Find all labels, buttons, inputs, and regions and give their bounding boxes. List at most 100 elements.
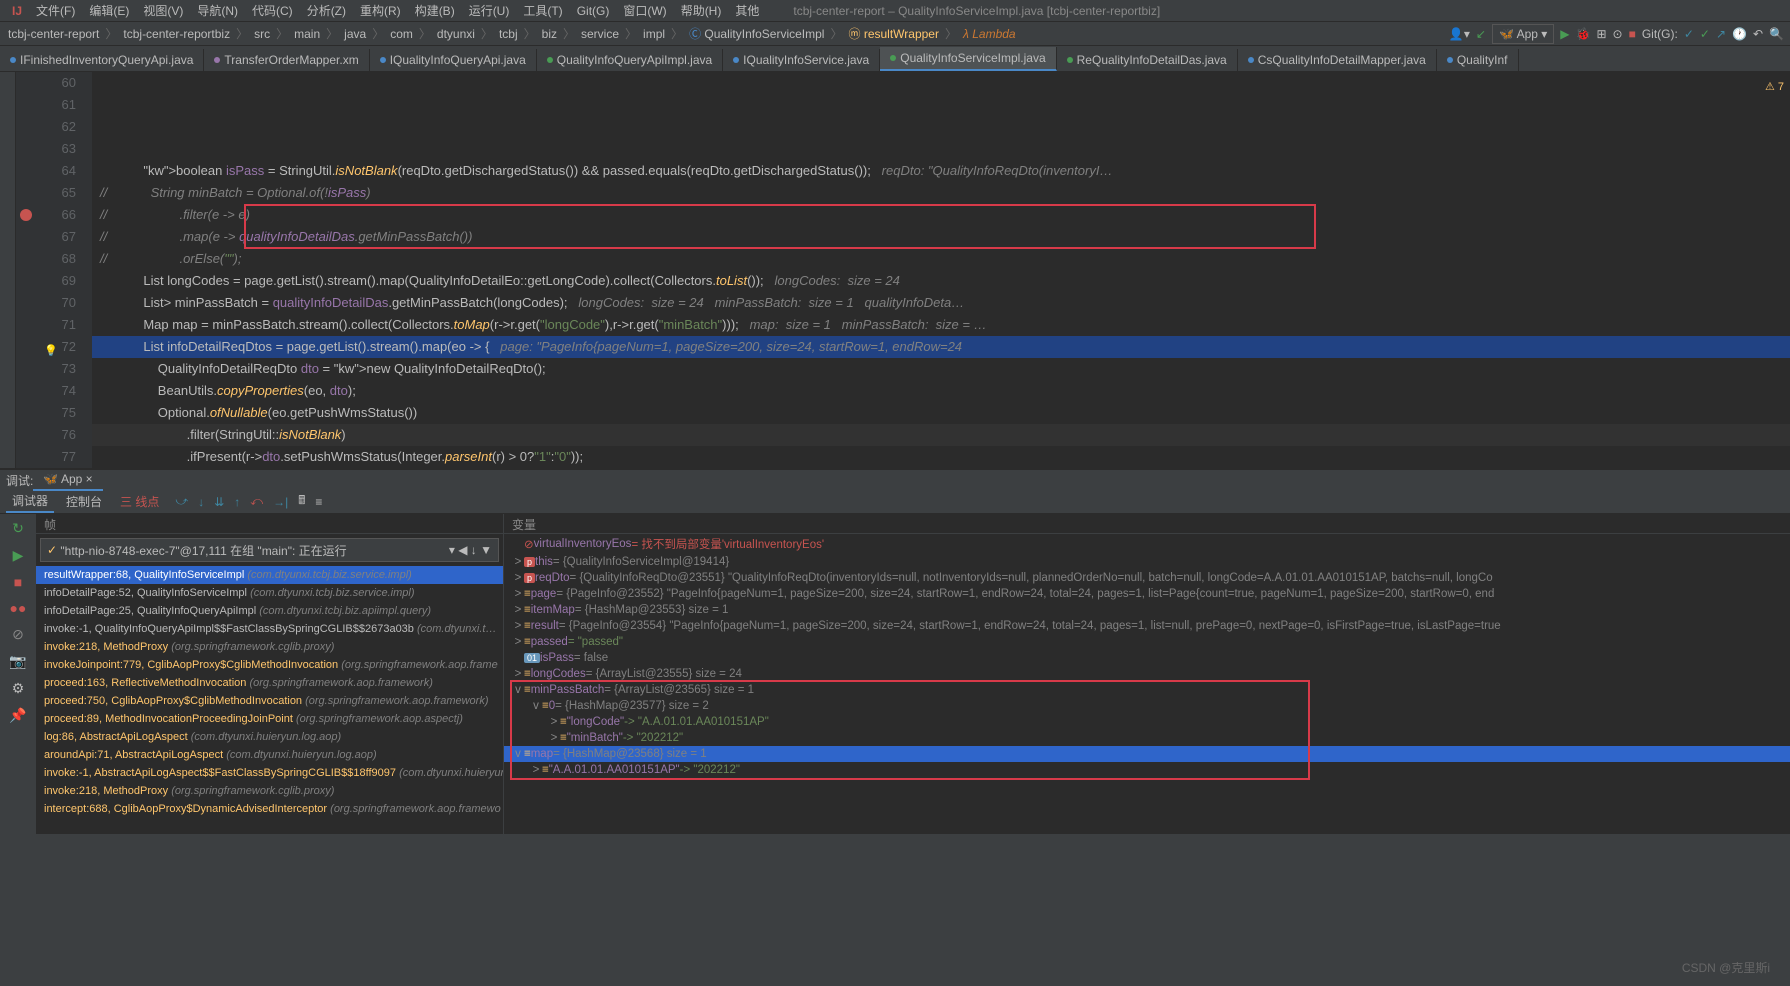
code-line[interactable]: // String minBatch = Optional.of(!isPass… <box>92 182 1790 204</box>
variable-row[interactable]: > ≡ "longCode" -> "A.A.01.01.AA010151AP" <box>504 714 1790 730</box>
code-line[interactable]: // .orElse(""); <box>92 248 1790 270</box>
line-number[interactable]: 62 <box>16 116 76 138</box>
variable-row[interactable]: > p reqDto = {QualityInfoReqDto@23551} "… <box>504 570 1790 586</box>
breadcrumb-item[interactable]: main <box>292 27 322 41</box>
editor-tab[interactable]: QualityInfoQueryApiImpl.java <box>537 49 723 71</box>
line-number[interactable]: 💡72 <box>16 336 76 358</box>
coverage-icon[interactable]: ⊞ <box>1596 27 1606 41</box>
search-icon[interactable]: 🔍 <box>1769 27 1784 41</box>
git-revert-icon[interactable]: ↶ <box>1753 27 1763 41</box>
line-number[interactable]: 63 <box>16 138 76 160</box>
debug-tab-app[interactable]: 🦋 App × <box>33 469 102 491</box>
code-line[interactable]: // .filter(e -> e) <box>92 204 1790 226</box>
variable-row[interactable]: 01 isPass = false <box>504 650 1790 666</box>
editor-tab[interactable]: IQualityInfoQueryApi.java <box>370 49 537 71</box>
git-push-icon[interactable]: ↗ <box>1716 27 1726 41</box>
threads-tab[interactable]: 三 线点 <box>114 491 165 512</box>
menu-item[interactable]: Git(G) <box>571 2 616 20</box>
breadcrumb-item[interactable]: tcbj-center-reportbiz <box>121 27 232 41</box>
code-line[interactable]: QualityInfoDetailReqDto dto = "kw">new Q… <box>92 358 1790 380</box>
menu-item[interactable]: 工具(T) <box>517 0 568 21</box>
add-config-icon[interactable]: 👤▾ <box>1449 27 1470 41</box>
editor-tab[interactable]: IFinishedInventoryQueryApi.java <box>0 49 204 71</box>
variable-row[interactable]: > ≡ result = {PageInfo@23554} "PageInfo{… <box>504 618 1790 634</box>
line-number[interactable]: 76 <box>16 424 76 446</box>
editor-tab[interactable]: TransferOrderMapper.xm <box>204 49 369 71</box>
stack-frame[interactable]: invoke:218, MethodProxy (org.springframe… <box>36 638 503 656</box>
git-commit-icon[interactable]: ✓ <box>1700 27 1710 41</box>
thread-selector[interactable]: ✓ "http-nio-8748-exec-7"@17,111 在组 "main… <box>40 538 499 562</box>
debugger-tab[interactable]: 调试器 <box>6 490 54 513</box>
stack-frame[interactable]: invoke:-1, QualityInfoQueryApiImpl$$Fast… <box>36 620 503 638</box>
line-number[interactable]: 65 <box>16 182 76 204</box>
editor-tab[interactable]: ReQualityInfoDetailDas.java <box>1057 49 1238 71</box>
thread-dump-icon[interactable]: 📷 <box>9 653 26 670</box>
stack-frame[interactable]: intercept:688, CglibAopProxy$DynamicAdvi… <box>36 800 503 818</box>
build-icon[interactable]: ↙ <box>1476 27 1486 41</box>
line-number[interactable]: 60 <box>16 72 76 94</box>
line-number[interactable]: 74 <box>16 380 76 402</box>
variable-row[interactable]: > ≡ "A.A.01.01.AA010151AP" -> "202212" <box>504 762 1790 778</box>
code-line[interactable]: .filter(StringUtil::isNotBlank) <box>92 424 1790 446</box>
breadcrumb-item[interactable]: src <box>252 27 272 41</box>
line-number[interactable]: 64 <box>16 160 76 182</box>
breadcrumb-item[interactable]: tcbj-center-report <box>6 27 101 41</box>
breadcrumb-item[interactable]: biz <box>540 27 559 41</box>
variable-row[interactable]: > ≡ itemMap = {HashMap@23553} size = 1 <box>504 602 1790 618</box>
code-line[interactable]: // .map(e -> qualityInfoDetailDas.getMin… <box>92 226 1790 248</box>
run-icon[interactable]: ▶ <box>1560 27 1569 41</box>
run-to-cursor-icon[interactable]: →| <box>273 495 288 509</box>
line-number[interactable]: 61 <box>16 94 76 116</box>
git-update-icon[interactable]: ✓ <box>1684 27 1694 41</box>
stack-frame[interactable]: proceed:89, MethodInvocationProceedingJo… <box>36 710 503 728</box>
debug-icon[interactable]: 🐞 <box>1576 27 1591 41</box>
mute-breakpoints-icon[interactable]: ⊘ <box>12 626 24 643</box>
variable-row[interactable]: v ≡ minPassBatch = {ArrayList@23565} siz… <box>504 682 1790 698</box>
editor-tab[interactable]: IQualityInfoService.java <box>723 49 880 71</box>
stack-frame[interactable]: resultWrapper:68, QualityInfoServiceImpl… <box>36 566 503 584</box>
variable-row[interactable]: > ≡ passed = "passed" <box>504 634 1790 650</box>
menu-item[interactable]: 构建(B) <box>409 0 461 21</box>
stack-frame[interactable]: proceed:750, CglibAopProxy$CglibMethodIn… <box>36 692 503 710</box>
code-line[interactable]: Map map = minPassBatch.stream().collect(… <box>92 314 1790 336</box>
line-number[interactable]: 70 <box>16 292 76 314</box>
breadcrumb-item[interactable]: ⓜ resultWrapper <box>846 25 941 42</box>
editor-tab[interactable]: CsQualityInfoDetailMapper.java <box>1238 49 1437 71</box>
breadcrumb-item[interactable]: Ⓒ QualityInfoServiceImpl <box>687 25 826 42</box>
menu-item[interactable]: 窗口(W) <box>617 0 672 21</box>
line-number[interactable]: 75 <box>16 402 76 424</box>
menu-item[interactable]: 分析(Z) <box>301 0 352 21</box>
step-over-icon[interactable]: ⤻ <box>175 494 188 509</box>
code-editor[interactable]: 606162636465666768697071💡727374757677 ⚠ … <box>0 72 1790 468</box>
line-number[interactable]: 67 <box>16 226 76 248</box>
view-breakpoints-icon[interactable]: ●● <box>10 600 27 616</box>
menu-item[interactable]: 视图(V) <box>137 0 189 21</box>
variable-row[interactable]: > ≡ page = {PageInfo@23552} "PageInfo{pa… <box>504 586 1790 602</box>
stack-frame[interactable]: infoDetailPage:25, QualityInfoQueryApiIm… <box>36 602 503 620</box>
settings-icon[interactable]: ⚙ <box>12 680 25 697</box>
code-line[interactable]: BeanUtils.copyProperties(eo, dto); <box>92 380 1790 402</box>
menu-item[interactable]: 帮助(H) <box>675 0 728 21</box>
console-tab[interactable]: 控制台 <box>60 491 108 512</box>
line-number[interactable]: 77 <box>16 446 76 468</box>
step-into-icon[interactable]: ↓ <box>198 495 204 509</box>
stop-debug-icon[interactable]: ■ <box>14 574 22 590</box>
variable-row[interactable]: v ≡ map = {HashMap@23568} size = 1 <box>504 746 1790 762</box>
stop-icon[interactable]: ■ <box>1629 27 1636 41</box>
breadcrumb-item[interactable]: tcbj <box>497 27 520 41</box>
variable-row[interactable]: > ≡ "minBatch" -> "202212" <box>504 730 1790 746</box>
rerun-icon[interactable]: ↻ <box>12 520 24 537</box>
line-number[interactable]: 68 <box>16 248 76 270</box>
problems-indicator[interactable]: ⚠ 7 <box>1765 76 1784 98</box>
code-area[interactable]: ⚠ 7 "kw">boolean isPass = StringUtil.isN… <box>92 72 1790 468</box>
editor-tab[interactable]: QualityInfoServiceImpl.java <box>880 47 1056 71</box>
breadcrumb-item[interactable]: λ Lambda <box>961 27 1018 41</box>
pin-icon[interactable]: 📌 <box>9 707 26 724</box>
code-line[interactable]: Optional.ofNullable(eo.getPushWmsStatus(… <box>92 402 1790 424</box>
git-history-icon[interactable]: 🕐 <box>1732 27 1747 41</box>
menu-item[interactable]: 重构(R) <box>354 0 407 21</box>
trace-icon[interactable]: ≡ <box>315 495 322 509</box>
breadcrumb-item[interactable]: impl <box>641 27 667 41</box>
breadcrumb-item[interactable]: service <box>579 27 621 41</box>
line-number[interactable]: 71 <box>16 314 76 336</box>
